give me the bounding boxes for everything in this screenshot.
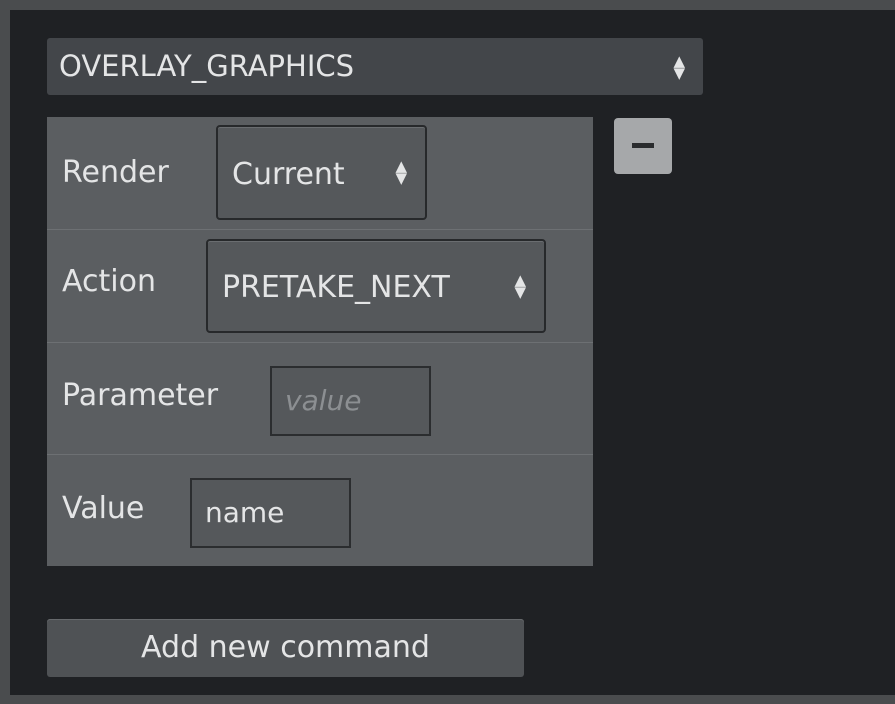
add-new-command-button[interactable]: Add new command — [47, 619, 524, 677]
remove-command-button[interactable] — [614, 118, 672, 174]
command-grid: Render Current ▲ ▼ Action PRETAKE_NEXT ▲ ▼… — [47, 117, 593, 566]
parameter-input[interactable]: value — [270, 366, 431, 436]
action-select[interactable]: PRETAKE_NEXT ▲ ▼ — [206, 239, 546, 333]
action-label: Action — [62, 264, 156, 299]
parameter-label: Parameter — [62, 378, 219, 413]
action-row: Action PRETAKE_NEXT ▲ ▼ — [47, 229, 593, 341]
value-input[interactable]: name — [190, 478, 351, 548]
updown-chevron-icon: ▲ ▼ — [514, 271, 526, 301]
render-row: Render Current ▲ ▼ — [47, 117, 593, 229]
updown-chevron-icon: ▲ ▼ — [673, 52, 685, 82]
updown-chevron-icon: ▲ ▼ — [395, 157, 407, 187]
action-value: PRETAKE_NEXT — [222, 270, 450, 305]
minus-icon — [632, 143, 654, 148]
value-label: Value — [62, 491, 145, 526]
parameter-row: Parameter value — [47, 342, 593, 454]
render-select[interactable]: Current ▲ ▼ — [216, 125, 427, 220]
render-value: Current — [232, 157, 345, 192]
render-label: Render — [62, 155, 169, 190]
value-row: Value name — [47, 454, 593, 566]
graphics-channel-select[interactable]: OVERLAY_GRAPHICS ▲ ▼ — [47, 38, 703, 95]
graphics-channel-value: OVERLAY_GRAPHICS — [59, 49, 355, 83]
